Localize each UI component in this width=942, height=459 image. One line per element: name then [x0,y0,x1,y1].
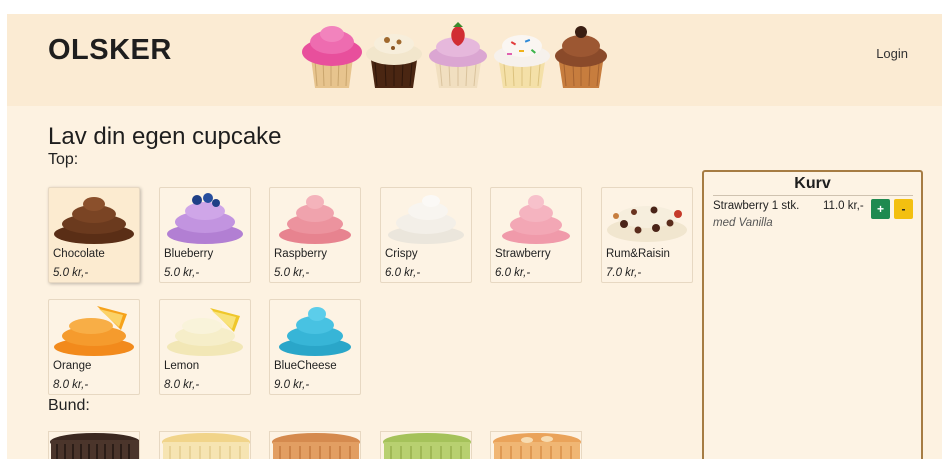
topping-name: Strawberry [495,248,551,260]
topping-price: 6.0 kr,- [495,267,531,279]
raspberry-frosting-image [279,195,351,244]
topping-name: Raspberry [274,248,328,260]
bluecheese-frosting-image [279,307,351,356]
topping-price: 9.0 kr,- [274,379,310,391]
rum-raisin-frosting-image [607,206,687,242]
topping-card-orange[interactable]: Orange 8.0 kr,- [48,299,140,395]
basket-item-bottom: med Vanilla [713,217,773,229]
topping-name: Crispy [385,248,418,260]
topping-price: 8.0 kr,- [53,379,89,391]
bottom-card-chocolate[interactable] [48,431,140,459]
chocolate-frosting-image [54,197,134,244]
topping-card-rum-raisin[interactable]: Rum&Raisin 7.0 kr,- [601,187,693,283]
topping-card-lemon[interactable]: Lemon 8.0 kr,- [159,299,251,395]
topping-price: 6.0 kr,- [385,267,421,279]
login-link[interactable]: Login [876,46,908,61]
blueberry-frosting-image [167,193,243,244]
increase-quantity-button[interactable]: + [871,199,890,219]
bottom-card-vanilla[interactable] [159,431,251,459]
topping-card-raspberry[interactable]: Raspberry 5.0 kr,- [269,187,361,283]
topping-name: Chocolate [53,248,105,260]
bottom-section-label: Bund: [48,397,90,414]
page-frame: OLSKER Login Lav din egen cupcake Top: C… [7,14,942,459]
topping-name: Orange [53,360,92,372]
topping-price: 7.0 kr,- [606,267,642,279]
basket-panel: Kurv Strawberry 1 stk. med Vanilla 11.0 … [702,170,923,459]
strawberry-frosting-image [502,195,570,244]
topping-card-blueberry[interactable]: Blueberry 5.0 kr,- [159,187,251,283]
topping-price: 5.0 kr,- [53,267,89,279]
basket-item-price: 11.0 kr,- [823,200,864,212]
topping-card-crispy[interactable]: Crispy 6.0 kr,- [380,187,472,283]
basket-title: Kurv [794,175,831,192]
pistacio-bottom-image [381,432,471,459]
topping-price: 8.0 kr,- [164,379,200,391]
topping-name: Rum&Raisin [606,248,670,260]
decrease-quantity-button[interactable]: - [894,199,913,219]
topping-name: Lemon [164,360,200,372]
topping-name: BlueCheese [274,360,337,372]
vanilla-bottom-image [160,432,250,459]
topping-card-chocolate[interactable]: Chocolate 5.0 kr,- [48,187,140,283]
header: OLSKER Login [7,14,942,106]
chocolate-bottom-image [49,432,139,459]
almond-bottom-image [491,432,581,459]
topping-name: Blueberry [164,248,214,260]
basket-item-name: Strawberry 1 stk. [713,200,800,212]
lemon-frosting-image [167,308,243,356]
basket-divider [713,195,913,196]
cupcakes-banner-image [302,22,607,88]
brand-logo[interactable]: OLSKER [48,34,172,67]
orange-frosting-image [54,306,134,356]
crispy-frosting-image [388,195,464,244]
top-section-label: Top: [48,151,79,168]
topping-card-bluecheese[interactable]: BlueCheese 9.0 kr,- [269,299,361,395]
topping-card-strawberry[interactable]: Strawberry 6.0 kr,- [490,187,582,283]
bottom-card-nutmeg[interactable] [269,431,361,459]
page-title: Lav din egen cupcake [48,123,282,150]
nutmeg-bottom-image [270,432,360,459]
bottom-card-almond[interactable] [490,431,582,459]
bottom-card-pistacio[interactable] [380,431,472,459]
topping-price: 5.0 kr,- [274,267,310,279]
topping-price: 5.0 kr,- [164,267,200,279]
